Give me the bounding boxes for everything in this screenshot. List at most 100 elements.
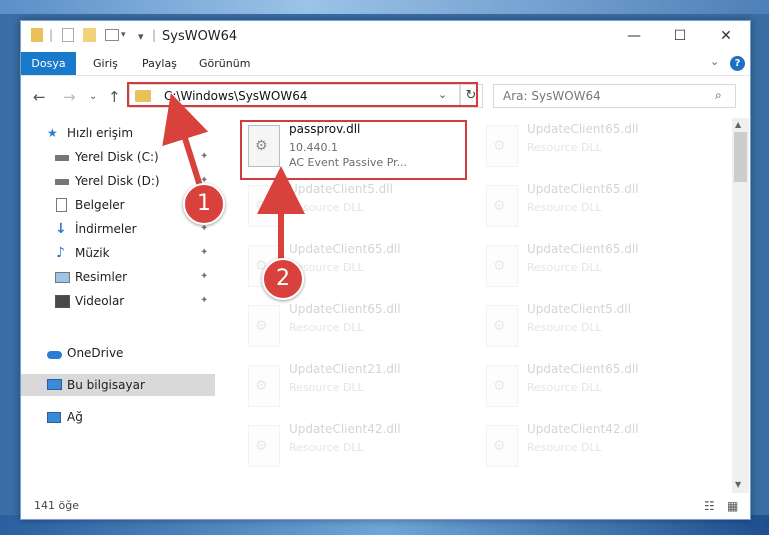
- dll-file-icon: [486, 365, 518, 407]
- ribbon-collapse-icon[interactable]: ⌄: [710, 55, 719, 68]
- drive-icon: [55, 179, 69, 185]
- file-description: Resource DLL: [527, 441, 602, 454]
- sidebar-item-label: Yerel Disk (D:): [75, 174, 160, 188]
- up-button[interactable]: ↑: [108, 88, 121, 106]
- scroll-thumb[interactable]: [734, 132, 747, 182]
- sidebar-item-videos[interactable]: Videolar ✦: [21, 290, 215, 312]
- forward-button[interactable]: →: [63, 88, 76, 106]
- recent-locations-button[interactable]: ⌄: [89, 91, 97, 102]
- file-item[interactable]: UpdateClient42.dll Resource DLL: [241, 420, 467, 480]
- back-button[interactable]: ←: [33, 88, 46, 106]
- file-highlight: [240, 120, 467, 180]
- scroll-down-icon[interactable]: ▼: [735, 480, 741, 489]
- dll-file-icon: [248, 185, 280, 227]
- download-icon: ↓: [55, 221, 67, 237]
- callout-badge-1: 1: [183, 183, 225, 225]
- dll-file-icon: [486, 305, 518, 347]
- pin-icon: ✦: [200, 295, 209, 306]
- file-item[interactable]: UpdateClient42.dll Resource DLL: [479, 420, 705, 480]
- desktop-background: [0, 0, 769, 14]
- search-box[interactable]: Ara: SysWOW64 ⌕: [493, 84, 736, 108]
- sidebar-item-label: OneDrive: [67, 346, 124, 360]
- help-icon[interactable]: ?: [730, 56, 745, 71]
- file-name: UpdateClient65.dll: [289, 302, 401, 316]
- drive-icon: [55, 155, 69, 161]
- ribbon: Dosya Giriş Paylaş Görünüm ⌄ ?: [21, 52, 750, 76]
- details-view-icon[interactable]: ☷: [704, 499, 715, 513]
- sidebar-item-label: Belgeler: [75, 198, 125, 212]
- file-name: UpdateClient65.dll: [527, 182, 639, 196]
- item-count: 141 öğe: [34, 499, 79, 512]
- sidebar-item-label: Videolar: [75, 294, 125, 308]
- qa-separator: |: [152, 28, 157, 42]
- network-icon: [47, 412, 61, 423]
- file-name: UpdateClient5.dll: [289, 182, 393, 196]
- file-item[interactable]: UpdateClient65.dll Resource DLL: [241, 300, 467, 360]
- file-item[interactable]: UpdateClient65.dll Resource DLL: [479, 360, 705, 420]
- file-description: Resource DLL: [527, 381, 602, 394]
- file-item[interactable]: UpdateClient65.dll Resource DLL: [479, 120, 705, 180]
- music-icon: ♪: [56, 245, 65, 261]
- navigation-pane: ★ Hızlı erişim Yerel Disk (C:) ✦ Yerel D…: [21, 118, 215, 501]
- file-name: UpdateClient21.dll: [289, 362, 401, 376]
- file-description: Resource DLL: [527, 261, 602, 274]
- file-name: UpdateClient65.dll: [527, 242, 639, 256]
- tab-home[interactable]: Giriş: [93, 52, 118, 75]
- dll-file-icon: [486, 425, 518, 467]
- file-description: Resource DLL: [527, 201, 602, 214]
- sidebar-item-pictures[interactable]: Resimler ✦: [21, 266, 215, 288]
- dll-file-icon: [486, 125, 518, 167]
- navigation-bar: ← → ⌄ ↑ C:\Windows\SysWOW64 ⌄ ↻ Ara: Sys…: [21, 76, 750, 116]
- sidebar-item-this-pc[interactable]: Bu bilgisayar: [21, 374, 215, 396]
- star-icon: ★: [47, 126, 58, 140]
- minimize-button[interactable]: —: [611, 21, 657, 52]
- search-placeholder[interactable]: Ara: SysWOW64: [503, 89, 601, 103]
- sidebar-item-quick-access[interactable]: ★ Hızlı erişim: [21, 122, 215, 144]
- file-item[interactable]: UpdateClient65.dll Resource DLL: [479, 180, 705, 240]
- sidebar-item-disk-c[interactable]: Yerel Disk (C:) ✦: [21, 146, 215, 168]
- sidebar-item-label: Bu bilgisayar: [67, 378, 145, 392]
- large-icons-view-icon[interactable]: ▦: [727, 499, 738, 513]
- sidebar-item-label: Müzik: [75, 246, 110, 260]
- file-name: UpdateClient42.dll: [289, 422, 401, 436]
- status-bar: 141 öğe ☷ ▦: [21, 495, 750, 519]
- search-icon[interactable]: ⌕: [715, 88, 722, 103]
- file-item[interactable]: UpdateClient65.dll Resource DLL: [479, 240, 705, 300]
- vertical-scrollbar[interactable]: ▲ ▼: [732, 118, 749, 493]
- qa-separator: |: [49, 28, 54, 42]
- qa-dropdown[interactable]: ▾: [121, 30, 126, 46]
- tab-view[interactable]: Görünüm: [199, 52, 250, 75]
- cloud-icon: [47, 351, 62, 359]
- sidebar-item-downloads[interactable]: ↓ İndirmeler ✦: [21, 218, 215, 240]
- view-icon[interactable]: [105, 29, 119, 41]
- maximize-button[interactable]: ☐: [657, 21, 703, 52]
- close-button[interactable]: ✕: [703, 21, 749, 52]
- scroll-up-icon[interactable]: ▲: [735, 120, 741, 129]
- new-folder-icon[interactable]: [83, 28, 96, 42]
- pin-icon: ✦: [200, 271, 209, 282]
- dll-file-icon: [486, 245, 518, 287]
- sidebar-item-label: Yerel Disk (C:): [75, 150, 159, 164]
- file-name: UpdateClient42.dll: [527, 422, 639, 436]
- sidebar-item-music[interactable]: ♪ Müzik ✦: [21, 242, 215, 264]
- sidebar-item-label: İndirmeler: [75, 222, 137, 236]
- file-item[interactable]: UpdateClient5.dll Resource DLL: [479, 300, 705, 360]
- explorer-window: | ▾ ▾ | SysWOW64 — ☐ ✕ Dosya Giriş Payla…: [20, 20, 751, 520]
- sidebar-item-onedrive[interactable]: OneDrive: [21, 342, 215, 364]
- dll-file-icon: [248, 365, 280, 407]
- file-description: Resource DLL: [527, 321, 602, 334]
- dll-file-icon: [486, 185, 518, 227]
- sidebar-item-network[interactable]: Ağ: [21, 406, 215, 428]
- sidebar-item-label: Ağ: [67, 410, 83, 424]
- file-description: Resource DLL: [527, 141, 602, 154]
- sidebar-item-disk-d[interactable]: Yerel Disk (D:) ✦: [21, 170, 215, 192]
- file-item[interactable]: UpdateClient5.dll Resource DLL: [241, 180, 467, 240]
- file-item[interactable]: UpdateClient21.dll Resource DLL: [241, 360, 467, 420]
- dll-file-icon: [248, 425, 280, 467]
- tab-share[interactable]: Paylaş: [142, 52, 177, 75]
- properties-icon[interactable]: [62, 28, 74, 42]
- sidebar-item-label: Resimler: [75, 270, 128, 284]
- customize-toolbar-icon[interactable]: ▾: [138, 30, 144, 46]
- dll-file-icon: [248, 305, 280, 347]
- tab-file[interactable]: Dosya: [21, 52, 76, 75]
